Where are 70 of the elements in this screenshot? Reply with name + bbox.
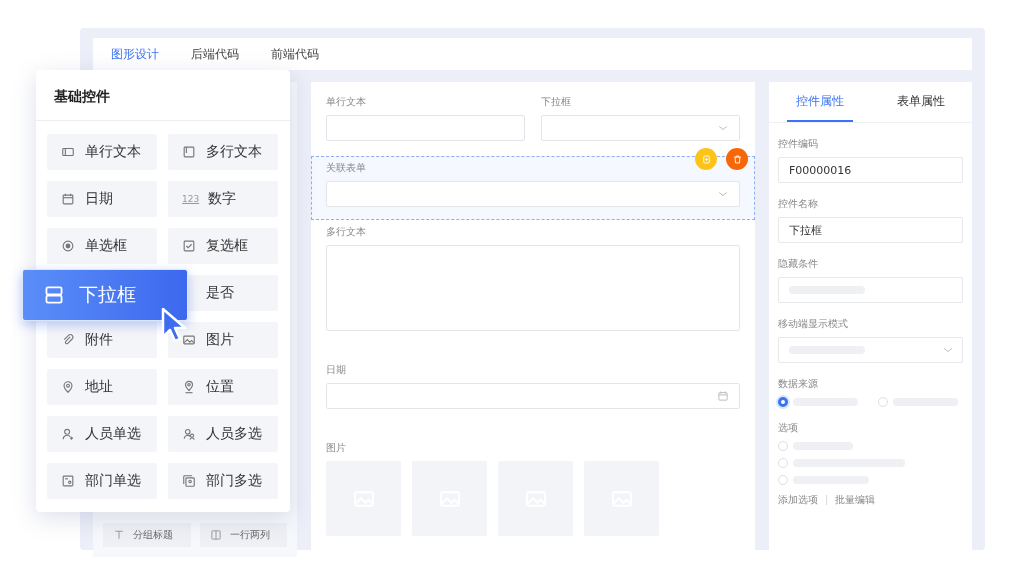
palette-item[interactable]: 图片 <box>168 322 278 358</box>
field-label: 多行文本 <box>326 225 367 239</box>
palette-item[interactable]: 人员多选 <box>168 416 278 452</box>
user-icon <box>61 427 75 441</box>
palette-title: 基础控件 <box>36 70 290 121</box>
palette-item[interactable]: 多行文本 <box>168 134 278 170</box>
users-icon <box>182 427 196 441</box>
field-label: 关联表单 <box>326 161 367 175</box>
input-field[interactable]: F00000016 <box>778 157 963 183</box>
field-label: 数据来源 <box>778 377 819 391</box>
date-field[interactable] <box>326 383 740 409</box>
link[interactable]: 批量编辑 <box>835 493 875 507</box>
tab[interactable]: 控件属性 <box>787 82 853 122</box>
text-field-icon <box>61 145 75 159</box>
control-label: 下拉框 <box>79 282 136 307</box>
tab[interactable]: 图形设计 <box>111 45 159 63</box>
palette-item[interactable]: 单选框 <box>47 228 157 264</box>
palette-item[interactable]: 123 数字 <box>168 181 278 217</box>
tab[interactable]: 后端代码 <box>191 45 239 63</box>
calendar-icon <box>61 192 75 206</box>
location-pin-icon <box>182 380 196 394</box>
dropdown-icon <box>43 284 65 306</box>
palette-item[interactable]: 日期 <box>47 181 157 217</box>
copy-button[interactable] <box>695 148 717 170</box>
location-pin-icon <box>61 380 75 394</box>
input-field[interactable] <box>778 277 963 303</box>
field-label: 下拉框 <box>541 95 572 109</box>
text-area-icon <box>182 145 196 159</box>
dropdown-field[interactable] <box>541 115 740 141</box>
control-button[interactable]: 分组标题 <box>103 523 191 547</box>
input-field[interactable]: 下拉框 <box>778 217 963 243</box>
palette-item[interactable]: 地址 <box>47 369 157 405</box>
delete-button[interactable] <box>726 148 748 170</box>
palette-item[interactable]: 位置 <box>168 369 278 405</box>
dropdown-field[interactable] <box>778 337 963 363</box>
tab[interactable]: 表单属性 <box>888 82 954 122</box>
field-label: 移动端显示模式 <box>778 317 849 331</box>
radio-button[interactable] <box>778 397 788 407</box>
calendar-icon <box>717 390 729 402</box>
link[interactable]: 添加选项 <box>778 493 818 507</box>
copy-icon <box>700 153 712 165</box>
text-area[interactable] <box>326 245 740 331</box>
field-label: 图片 <box>326 441 347 455</box>
dropdown-field[interactable] <box>326 181 740 207</box>
palette-item[interactable]: 复选框 <box>168 228 278 264</box>
field-label: 单行文本 <box>326 95 367 109</box>
checkbox-icon <box>182 239 196 253</box>
palette-item[interactable]: 单行文本 <box>47 134 157 170</box>
input-field[interactable] <box>326 115 525 141</box>
tab[interactable]: 前端代码 <box>271 45 319 63</box>
field-label: 日期 <box>326 363 347 377</box>
palette-item[interactable]: 部门单选 <box>47 463 157 499</box>
image-icon <box>182 333 196 347</box>
field-label: 控件编码 <box>778 137 819 151</box>
department-icon <box>61 474 75 488</box>
palette-item[interactable]: 人员单选 <box>47 416 157 452</box>
trash-icon <box>731 153 743 165</box>
number-icon: 123 <box>182 194 198 204</box>
radio-icon <box>61 239 75 253</box>
field-label: 控件名称 <box>778 197 819 211</box>
palette-item[interactable]: 部门多选 <box>168 463 278 499</box>
paperclip-icon <box>61 333 75 347</box>
heading-icon <box>113 529 125 541</box>
palette-item[interactable]: 附件 <box>47 322 157 358</box>
columns-icon <box>209 529 222 541</box>
control-button[interactable]: 一行两列 <box>199 523 287 547</box>
dragged-control[interactable]: 下拉框 <box>22 269 188 321</box>
departments-icon <box>182 474 196 488</box>
field-label: 选项 <box>778 421 799 435</box>
field-label: 隐藏条件 <box>778 257 819 271</box>
